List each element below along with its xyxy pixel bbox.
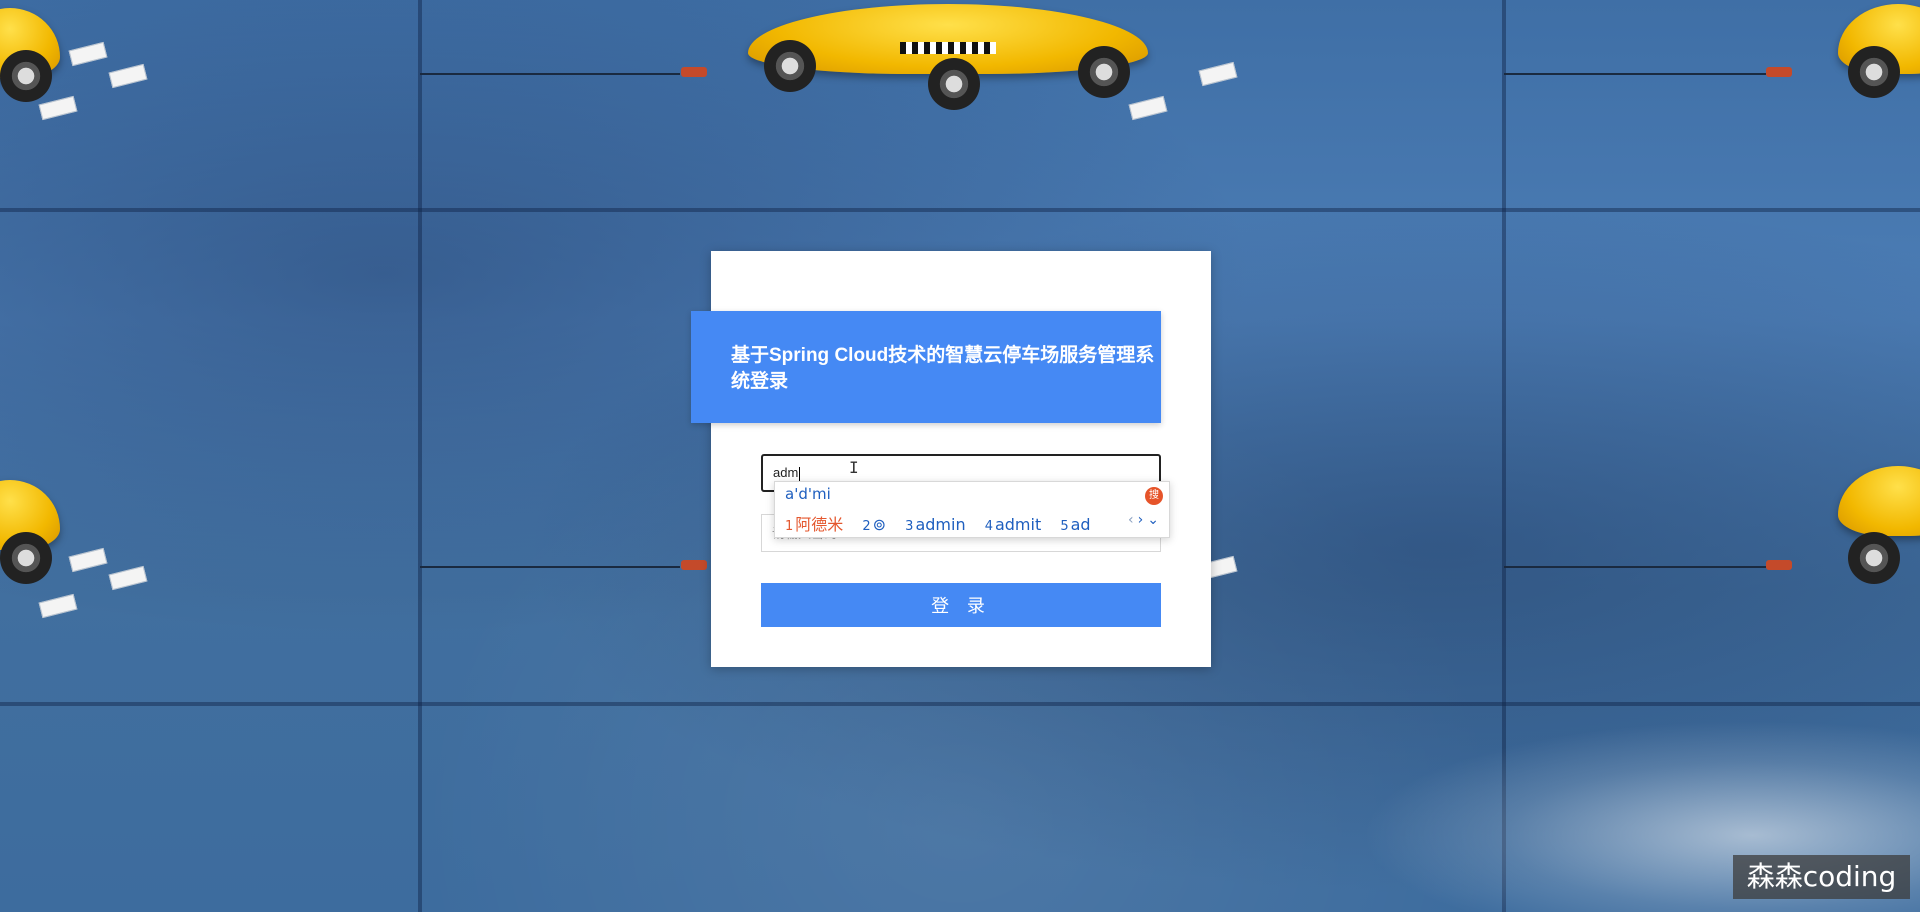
login-title: 基于Spring Cloud技术的智慧云停车场服务管理系统登录 — [731, 345, 1155, 392]
ime-pinyin-composition: a'd'mi — [785, 485, 831, 503]
chevron-down-icon[interactable]: ⌄ — [1147, 512, 1163, 528]
ime-candidate[interactable]: 5 ad — [1060, 515, 1090, 534]
ime-candidate-list: 1 阿德米 2 ⊚ 3 admin 4 admit 5 ad — [785, 511, 1105, 535]
toy-car-illustration — [0, 0, 60, 110]
toy-car-illustration — [1838, 0, 1920, 106]
watermark: 森森coding — [1733, 855, 1910, 899]
toy-car-illustration — [0, 462, 60, 602]
toy-car-illustration — [748, 0, 1148, 116]
ime-page-nav: ‹›⌄ — [1128, 512, 1163, 528]
plug-decoration — [1766, 560, 1792, 570]
ime-candidate[interactable]: 1 阿德米 — [785, 511, 843, 535]
ime-candidate[interactable]: 3 admin — [905, 515, 965, 534]
ime-candidate[interactable]: 4 admit — [985, 515, 1042, 534]
toy-car-illustration — [1838, 448, 1920, 598]
chevron-right-icon[interactable]: › — [1138, 512, 1148, 528]
paper-decoration — [108, 63, 148, 89]
background-seam — [418, 0, 422, 912]
paper-decoration — [68, 41, 108, 67]
chevron-left-icon[interactable]: ‹ — [1128, 512, 1138, 528]
sogou-ime-icon[interactable]: 搜 — [1145, 487, 1163, 505]
paper-decoration — [68, 547, 108, 573]
ime-candidate-popup: a'd'mi 搜 1 阿德米 2 ⊚ 3 admin 4 admit 5 ad ‹›⌄ — [774, 481, 1170, 538]
username-value: adm — [773, 465, 799, 480]
login-button[interactable]: 登 录 — [761, 583, 1161, 627]
login-title-banner: 基于Spring Cloud技术的智慧云停车场服务管理系统登录 — [691, 311, 1161, 423]
cable-decoration — [420, 73, 680, 75]
background-seam — [0, 208, 1920, 212]
cable-decoration — [1504, 73, 1766, 75]
cable-decoration — [1504, 566, 1766, 568]
text-caret — [799, 466, 801, 481]
cable-decoration — [420, 566, 680, 568]
text-ibeam-cursor-icon: I — [849, 458, 859, 477]
ime-candidate[interactable]: 2 ⊚ — [862, 515, 886, 534]
paper-decoration — [108, 565, 148, 591]
plug-decoration — [681, 560, 707, 570]
background-seam — [0, 702, 1920, 706]
paper-decoration — [1198, 61, 1238, 87]
plug-decoration — [1766, 67, 1792, 77]
plug-decoration — [681, 67, 707, 77]
